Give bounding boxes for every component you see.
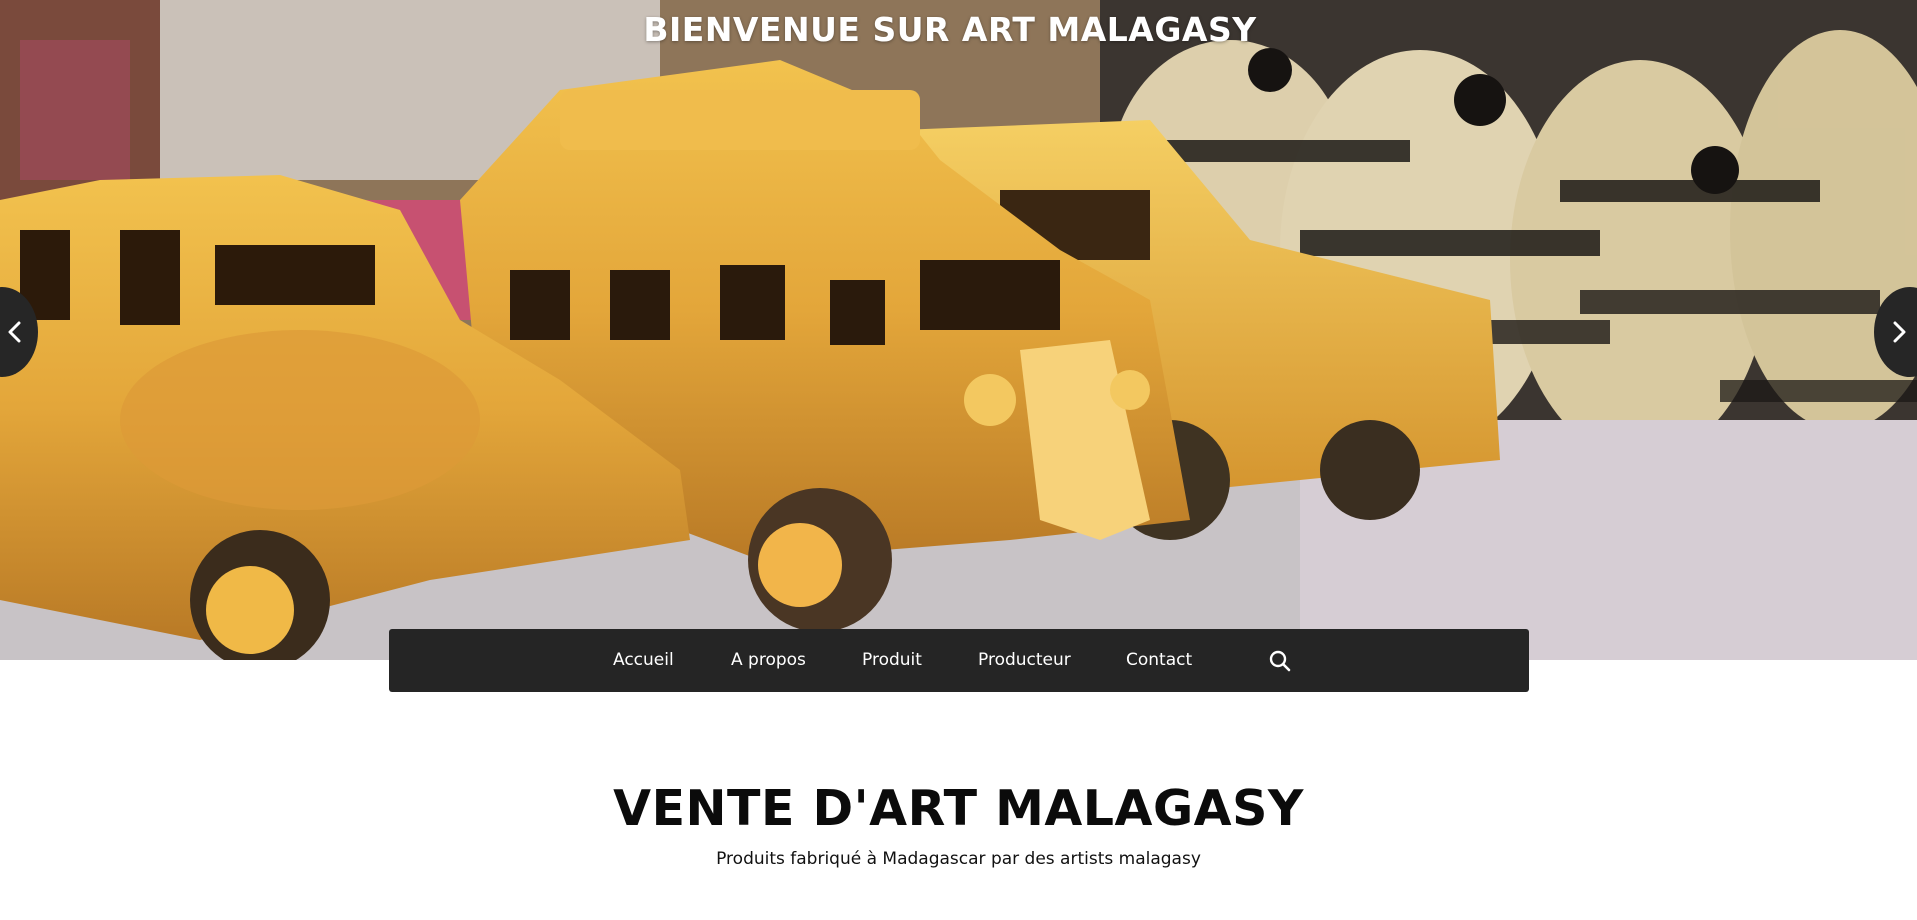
hero-image (0, 0, 1917, 660)
hero-title: BIENVENUE SUR ART MALAGASY (643, 10, 1257, 49)
nav-item-contact[interactable]: Contact (1126, 629, 1192, 692)
nav-item-produit[interactable]: Produit (862, 629, 922, 692)
section-title: VENTE D'ART MALAGASY (613, 780, 1304, 837)
search-icon (1269, 650, 1291, 672)
nav-item-a-propos[interactable]: A propos (731, 629, 806, 692)
nav-item-producteur[interactable]: Producteur (978, 629, 1071, 692)
search-button[interactable] (1268, 649, 1292, 673)
hero-slider: BIENVENUE SUR ART MALAGASY (0, 0, 1917, 660)
nav-item-accueil[interactable]: Accueil (613, 629, 674, 692)
main-navbar: Accueil A propos Produit Producteur Cont… (389, 629, 1529, 692)
section-subtitle: Produits fabriqué à Madagascar par des a… (716, 849, 1201, 869)
chevron-left-icon (8, 321, 21, 343)
chevron-right-icon (1893, 321, 1906, 343)
page: BIENVENUE SUR ART MALAGASY Accueil A pro… (0, 0, 1917, 920)
